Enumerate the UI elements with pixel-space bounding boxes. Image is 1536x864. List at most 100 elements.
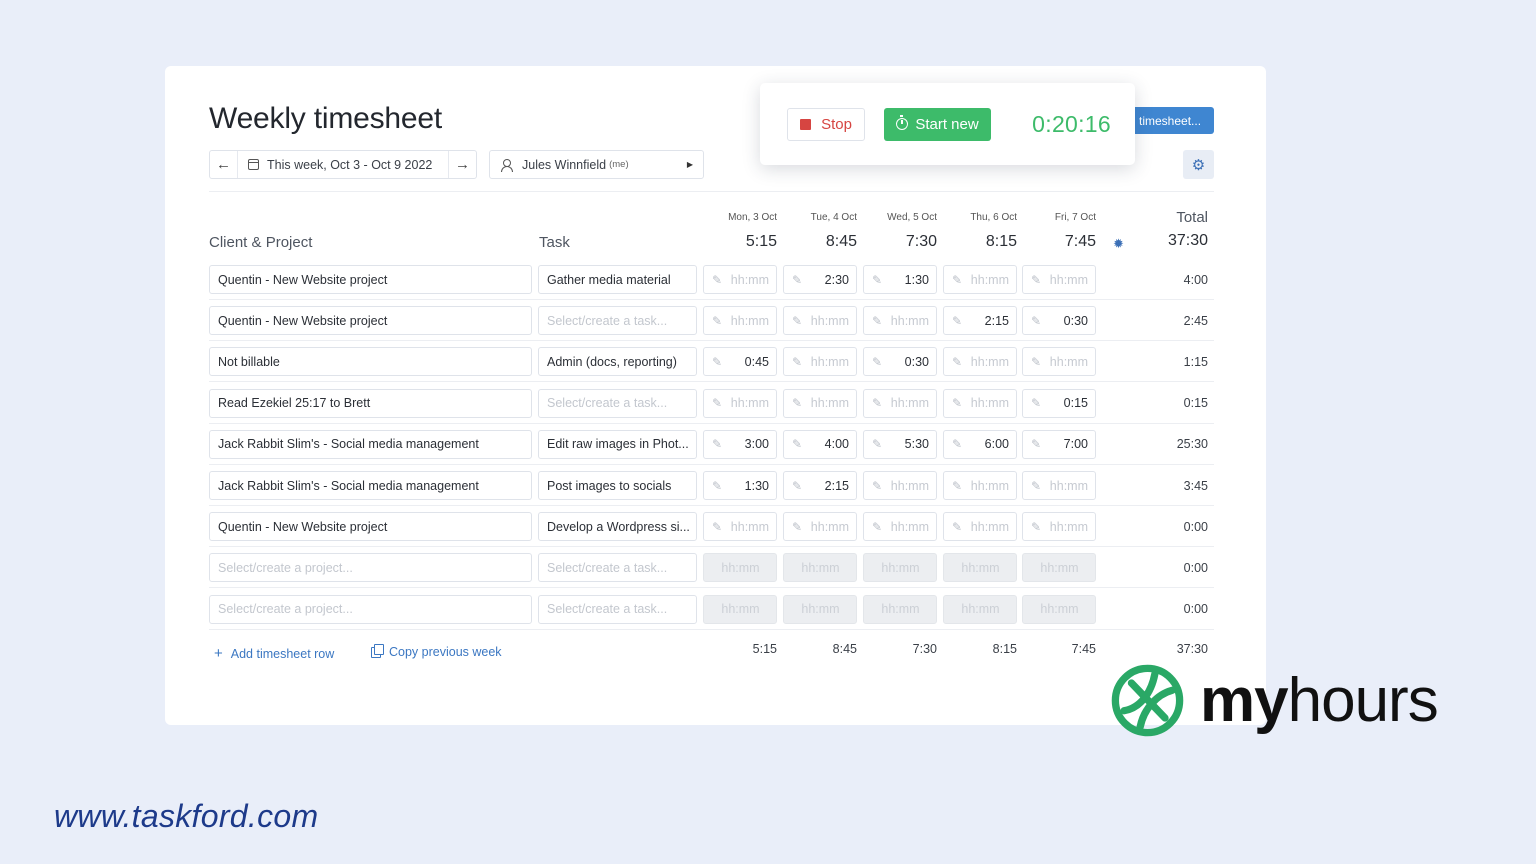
time-input[interactable]: ✎ hh:mm — [943, 388, 1017, 418]
next-week-button[interactable]: → — [448, 151, 476, 178]
edit-note-icon[interactable]: ✎ — [872, 273, 882, 287]
edit-note-icon[interactable]: ✎ — [792, 479, 802, 493]
time-input[interactable]: ✎ hh:mm — [943, 471, 1017, 500]
edit-note-icon[interactable]: ✎ — [872, 479, 882, 493]
edit-note-icon[interactable]: ✎ — [952, 520, 962, 534]
time-input[interactable]: ✎ 7:00 — [1022, 429, 1096, 459]
edit-note-icon[interactable]: ✎ — [712, 479, 722, 493]
edit-note-icon[interactable]: ✎ — [792, 520, 802, 534]
project-select[interactable]: Quentin - New Website project — [209, 265, 532, 294]
time-input[interactable]: hh:mm — [943, 553, 1017, 583]
edit-note-icon[interactable]: ✎ — [712, 520, 722, 534]
time-input[interactable]: ✎ 0:45 — [703, 347, 777, 377]
edit-note-icon[interactable]: ✎ — [712, 273, 722, 287]
add-timesheet-row-button[interactable]: + Add timesheet row — [214, 645, 334, 662]
task-select[interactable]: Develop a Wordpress si... — [538, 512, 697, 542]
time-input[interactable]: ✎ 2:15 — [783, 471, 857, 500]
edit-note-icon[interactable]: ✎ — [1031, 520, 1041, 534]
time-input[interactable]: ✎ hh:mm — [1022, 265, 1096, 294]
project-select[interactable]: Select/create a project... — [209, 553, 532, 583]
time-input[interactable]: ✎ hh:mm — [703, 265, 777, 294]
copy-previous-week-button[interactable]: Copy previous week — [371, 643, 502, 659]
sun-icon[interactable]: ✹ — [1113, 236, 1124, 252]
time-input[interactable]: hh:mm — [1022, 594, 1096, 624]
edit-note-icon[interactable]: ✎ — [952, 355, 962, 369]
time-input[interactable]: ✎ 0:30 — [863, 347, 937, 377]
time-input[interactable]: ✎ hh:mm — [943, 265, 1017, 294]
project-select[interactable]: Quentin - New Website project — [209, 512, 532, 542]
edit-note-icon[interactable]: ✎ — [952, 396, 962, 410]
week-range[interactable]: This week, Oct 3 - Oct 9 2022 — [238, 158, 448, 172]
time-input[interactable]: ✎ 1:30 — [863, 265, 937, 294]
stop-button[interactable]: Stop — [787, 107, 865, 141]
time-input[interactable]: hh:mm — [863, 553, 937, 583]
time-input[interactable]: ✎ hh:mm — [783, 388, 857, 418]
time-input[interactable]: ✎ hh:mm — [783, 512, 857, 542]
start-new-button[interactable]: Start new — [884, 107, 991, 141]
edit-note-icon[interactable]: ✎ — [792, 314, 802, 328]
time-input[interactable]: hh:mm — [783, 594, 857, 624]
time-input[interactable]: hh:mm — [863, 594, 937, 624]
time-input[interactable]: ✎ hh:mm — [943, 347, 1017, 377]
time-input[interactable]: ✎ 2:30 — [783, 265, 857, 294]
time-input[interactable]: ✎ 2:15 — [943, 306, 1017, 336]
project-select[interactable]: Not billable — [209, 347, 532, 377]
edit-note-icon[interactable]: ✎ — [952, 437, 962, 451]
edit-note-icon[interactable]: ✎ — [952, 479, 962, 493]
time-input[interactable]: hh:mm — [783, 553, 857, 583]
time-input[interactable]: ✎ 0:15 — [1022, 388, 1096, 418]
edit-note-icon[interactable]: ✎ — [872, 520, 882, 534]
timesheet-button[interactable]: timesheet... — [1134, 107, 1214, 134]
edit-note-icon[interactable]: ✎ — [1031, 355, 1041, 369]
time-input[interactable]: ✎ hh:mm — [863, 388, 937, 418]
edit-note-icon[interactable]: ✎ — [712, 396, 722, 410]
edit-note-icon[interactable]: ✎ — [1031, 396, 1041, 410]
project-select[interactable]: Quentin - New Website project — [209, 306, 532, 336]
time-input[interactable]: ✎ hh:mm — [863, 512, 937, 542]
user-select[interactable]: Jules Winnfield (me) ▶ — [489, 150, 704, 179]
time-input[interactable]: ✎ 6:00 — [943, 429, 1017, 459]
edit-note-icon[interactable]: ✎ — [872, 314, 882, 328]
time-input[interactable]: ✎ hh:mm — [863, 306, 937, 336]
time-input[interactable]: ✎ hh:mm — [863, 471, 937, 500]
time-input[interactable]: ✎ hh:mm — [703, 306, 777, 336]
time-input[interactable]: ✎ hh:mm — [783, 347, 857, 377]
prev-week-button[interactable]: ← — [210, 151, 238, 178]
time-input[interactable]: ✎ hh:mm — [703, 388, 777, 418]
time-input[interactable]: ✎ hh:mm — [1022, 512, 1096, 542]
edit-note-icon[interactable]: ✎ — [872, 437, 882, 451]
time-input[interactable]: hh:mm — [943, 594, 1017, 624]
project-select[interactable]: Read Ezekiel 25:17 to Brett — [209, 388, 532, 418]
time-input[interactable]: ✎ hh:mm — [1022, 471, 1096, 500]
time-input[interactable]: ✎ hh:mm — [943, 512, 1017, 542]
time-input[interactable]: ✎ 4:00 — [783, 429, 857, 459]
project-select[interactable]: Jack Rabbit Slim's - Social media manage… — [209, 471, 532, 500]
edit-note-icon[interactable]: ✎ — [792, 355, 802, 369]
edit-note-icon[interactable]: ✎ — [712, 314, 722, 328]
time-input[interactable]: ✎ 1:30 — [703, 471, 777, 500]
edit-note-icon[interactable]: ✎ — [792, 396, 802, 410]
task-select[interactable]: Select/create a task... — [538, 594, 697, 624]
time-input[interactable]: ✎ hh:mm — [703, 512, 777, 542]
edit-note-icon[interactable]: ✎ — [1031, 479, 1041, 493]
time-input[interactable]: ✎ 0:30 — [1022, 306, 1096, 336]
edit-note-icon[interactable]: ✎ — [712, 355, 722, 369]
task-select[interactable]: Select/create a task... — [538, 388, 697, 418]
task-select[interactable]: Gather media material — [538, 265, 697, 294]
edit-note-icon[interactable]: ✎ — [1031, 437, 1041, 451]
time-input[interactable]: ✎ hh:mm — [1022, 347, 1096, 377]
edit-note-icon[interactable]: ✎ — [872, 355, 882, 369]
edit-note-icon[interactable]: ✎ — [1031, 273, 1041, 287]
task-select[interactable]: Select/create a task... — [538, 553, 697, 583]
task-select[interactable]: Edit raw images in Phot... — [538, 429, 697, 459]
time-input[interactable]: ✎ 3:00 — [703, 429, 777, 459]
edit-note-icon[interactable]: ✎ — [872, 396, 882, 410]
time-input[interactable]: hh:mm — [1022, 553, 1096, 583]
settings-button[interactable]: ⚙ — [1183, 150, 1214, 179]
time-input[interactable]: ✎ 5:30 — [863, 429, 937, 459]
task-select[interactable]: Post images to socials — [538, 471, 697, 500]
project-select[interactable]: Jack Rabbit Slim's - Social media manage… — [209, 429, 532, 459]
edit-note-icon[interactable]: ✎ — [712, 437, 722, 451]
project-select[interactable]: Select/create a project... — [209, 594, 532, 624]
time-input[interactable]: hh:mm — [703, 553, 777, 583]
